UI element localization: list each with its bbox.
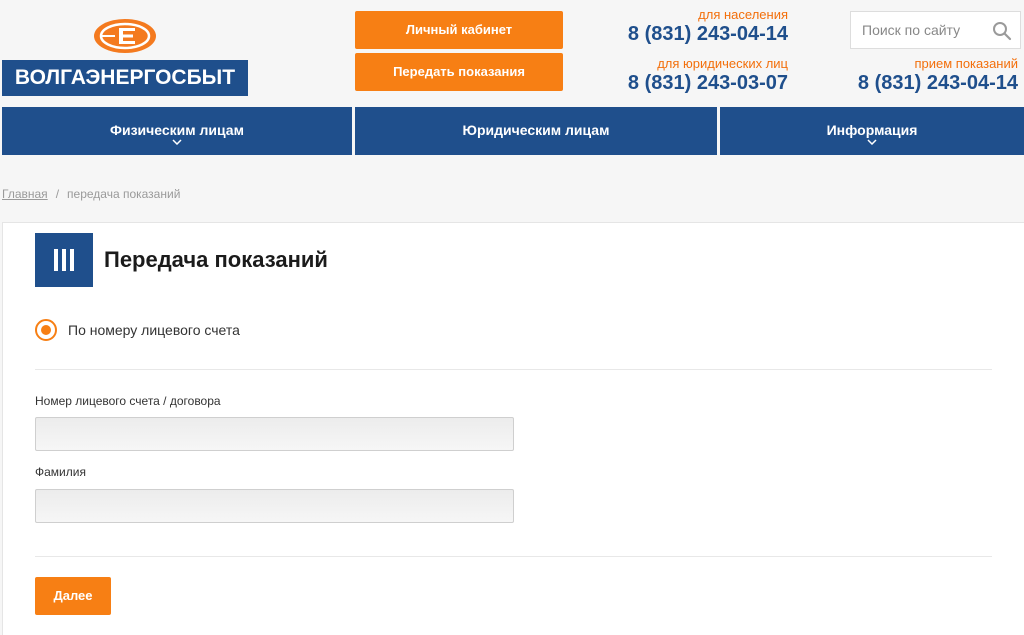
nav-item-label: Юридическим лицам [462, 122, 610, 138]
surname-field[interactable] [35, 489, 514, 523]
breadcrumb-current: передача показаний [67, 187, 181, 201]
phone-residents: для населения 8 (831) 243-04-14 [628, 8, 788, 46]
logo-emblem-icon [94, 19, 156, 53]
search-input[interactable] [851, 12, 987, 48]
account-number-field[interactable] [35, 417, 514, 451]
nav-item-individuals[interactable]: Физическим лицам [2, 107, 352, 155]
submit-readings-header-button[interactable]: Передать показания [355, 53, 563, 91]
breadcrumb-separator: / [55, 187, 60, 201]
phone-number[interactable]: 8 (831) 243-04-14 [858, 71, 1018, 95]
logo-wordmark: ВОЛГАЭНЕРГОСБЫТ [2, 60, 248, 96]
site-search [850, 11, 1021, 49]
radio-label: По номеру лицевого счета [68, 322, 240, 338]
breadcrumb-home-link[interactable]: Главная [2, 187, 48, 201]
section-badge-icon [35, 233, 93, 287]
account-number-label: Номер лицевого счета / договора [35, 394, 221, 408]
personal-cabinet-button[interactable]: Личный кабинет [355, 11, 563, 49]
site-logo[interactable]: ВОЛГАЭНЕРГОСБЫТ [2, 14, 248, 96]
page-title: Передача показаний [104, 247, 328, 272]
next-button[interactable]: Далее [35, 577, 111, 615]
phone-caption: для юридических лиц [657, 56, 788, 71]
phone-readings: прием показаний 8 (831) 243-04-14 [858, 57, 1018, 95]
phone-number[interactable]: 8 (831) 243-03-07 [628, 71, 788, 95]
divider [35, 556, 992, 557]
search-icon[interactable] [992, 21, 1012, 41]
radio-by-account-number[interactable]: По номеру лицевого счета [35, 319, 240, 341]
phone-caption: для населения [698, 7, 788, 22]
phone-legal-entities: для юридических лиц 8 (831) 243-03-07 [628, 57, 788, 95]
main-nav: Физическим лицам Юридическим лицам Инфор… [0, 107, 1024, 155]
phone-caption: прием показаний [914, 56, 1018, 71]
surname-label: Фамилия [35, 465, 86, 479]
chevron-down-icon [172, 139, 182, 145]
breadcrumb: Главная / передача показаний [2, 187, 180, 201]
divider [35, 369, 992, 370]
nav-item-information[interactable]: Информация [720, 107, 1024, 155]
nav-item-legal-entities[interactable]: Юридическим лицам [355, 107, 717, 155]
chevron-down-icon [867, 139, 877, 145]
readings-form-card: Передача показаний По номеру лицевого сч… [2, 222, 1024, 635]
site-header: ВОЛГАЭНЕРГОСБЫТ Личный кабинет Передать … [0, 0, 1024, 100]
phone-number[interactable]: 8 (831) 243-04-14 [628, 22, 788, 46]
radio-button[interactable] [35, 319, 57, 341]
